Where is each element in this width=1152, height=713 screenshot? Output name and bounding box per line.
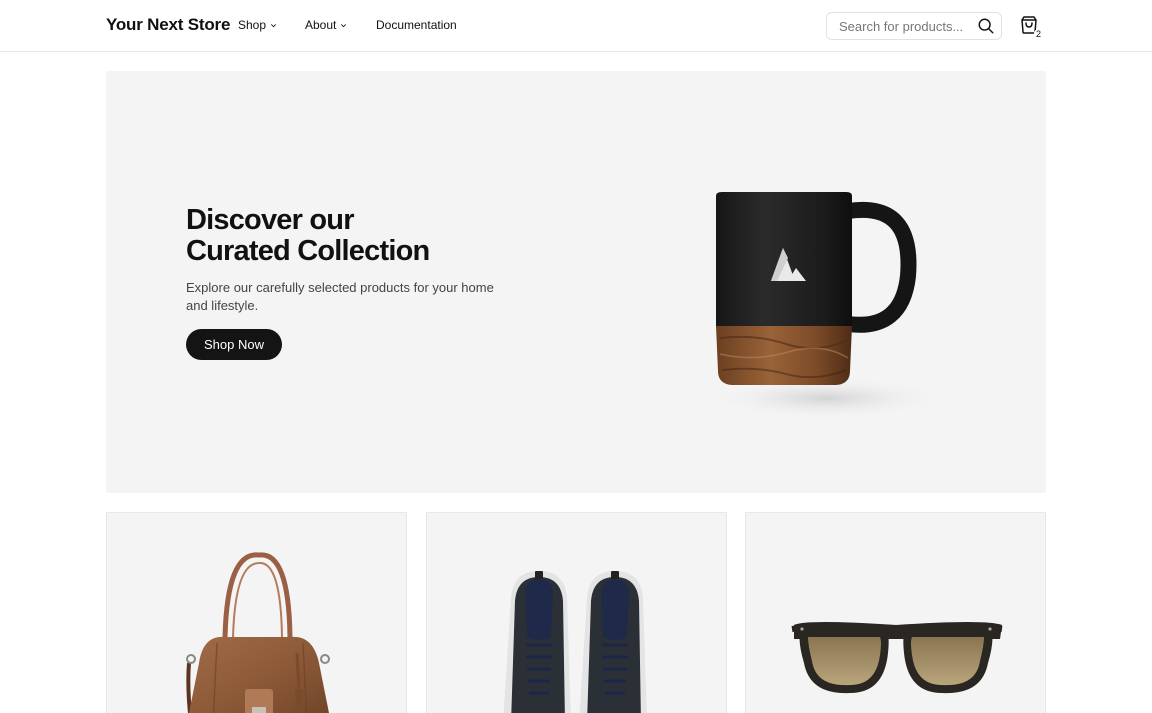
search-input[interactable] — [839, 18, 969, 35]
product-card-sunglasses[interactable] — [745, 512, 1046, 713]
nav-about-label: About — [305, 18, 337, 32]
chevron-down-icon — [341, 23, 347, 27]
nav-documentation[interactable]: Documentation — [376, 17, 457, 33]
site-header: Your Next Store Shop About Documentation… — [0, 0, 1152, 52]
cart-button[interactable]: 2 — [1018, 14, 1044, 40]
sunglasses-product-image — [791, 622, 1003, 694]
chevron-down-icon — [271, 23, 277, 27]
hero-title: Discover our Curated Collection — [186, 205, 506, 267]
nav-shop[interactable]: Shop — [238, 17, 277, 33]
store-logo[interactable]: Your Next Store — [106, 14, 230, 36]
handbag-product-image — [186, 552, 330, 713]
sneakers-product-image — [503, 571, 647, 713]
nav-about[interactable]: About — [305, 17, 347, 33]
product-card-handbag[interactable] — [106, 512, 407, 713]
hero-title-line-1: Discover our — [186, 204, 354, 236]
cart-count-badge: 2 — [1034, 29, 1044, 40]
product-card-sneakers[interactable] — [426, 512, 727, 713]
mug-product-image — [706, 192, 946, 420]
nav-documentation-label: Documentation — [376, 18, 457, 32]
hero-banner: Discover our Curated Collection Explore … — [106, 71, 1046, 493]
hero-title-line-2: Curated Collection — [186, 235, 430, 267]
hero-description: Explore our carefully selected products … — [186, 280, 494, 313]
search-box — [826, 12, 1002, 40]
nav-shop-label: Shop — [238, 18, 267, 32]
shop-now-button[interactable]: Shop Now — [186, 329, 282, 360]
search-icon[interactable] — [977, 17, 995, 35]
